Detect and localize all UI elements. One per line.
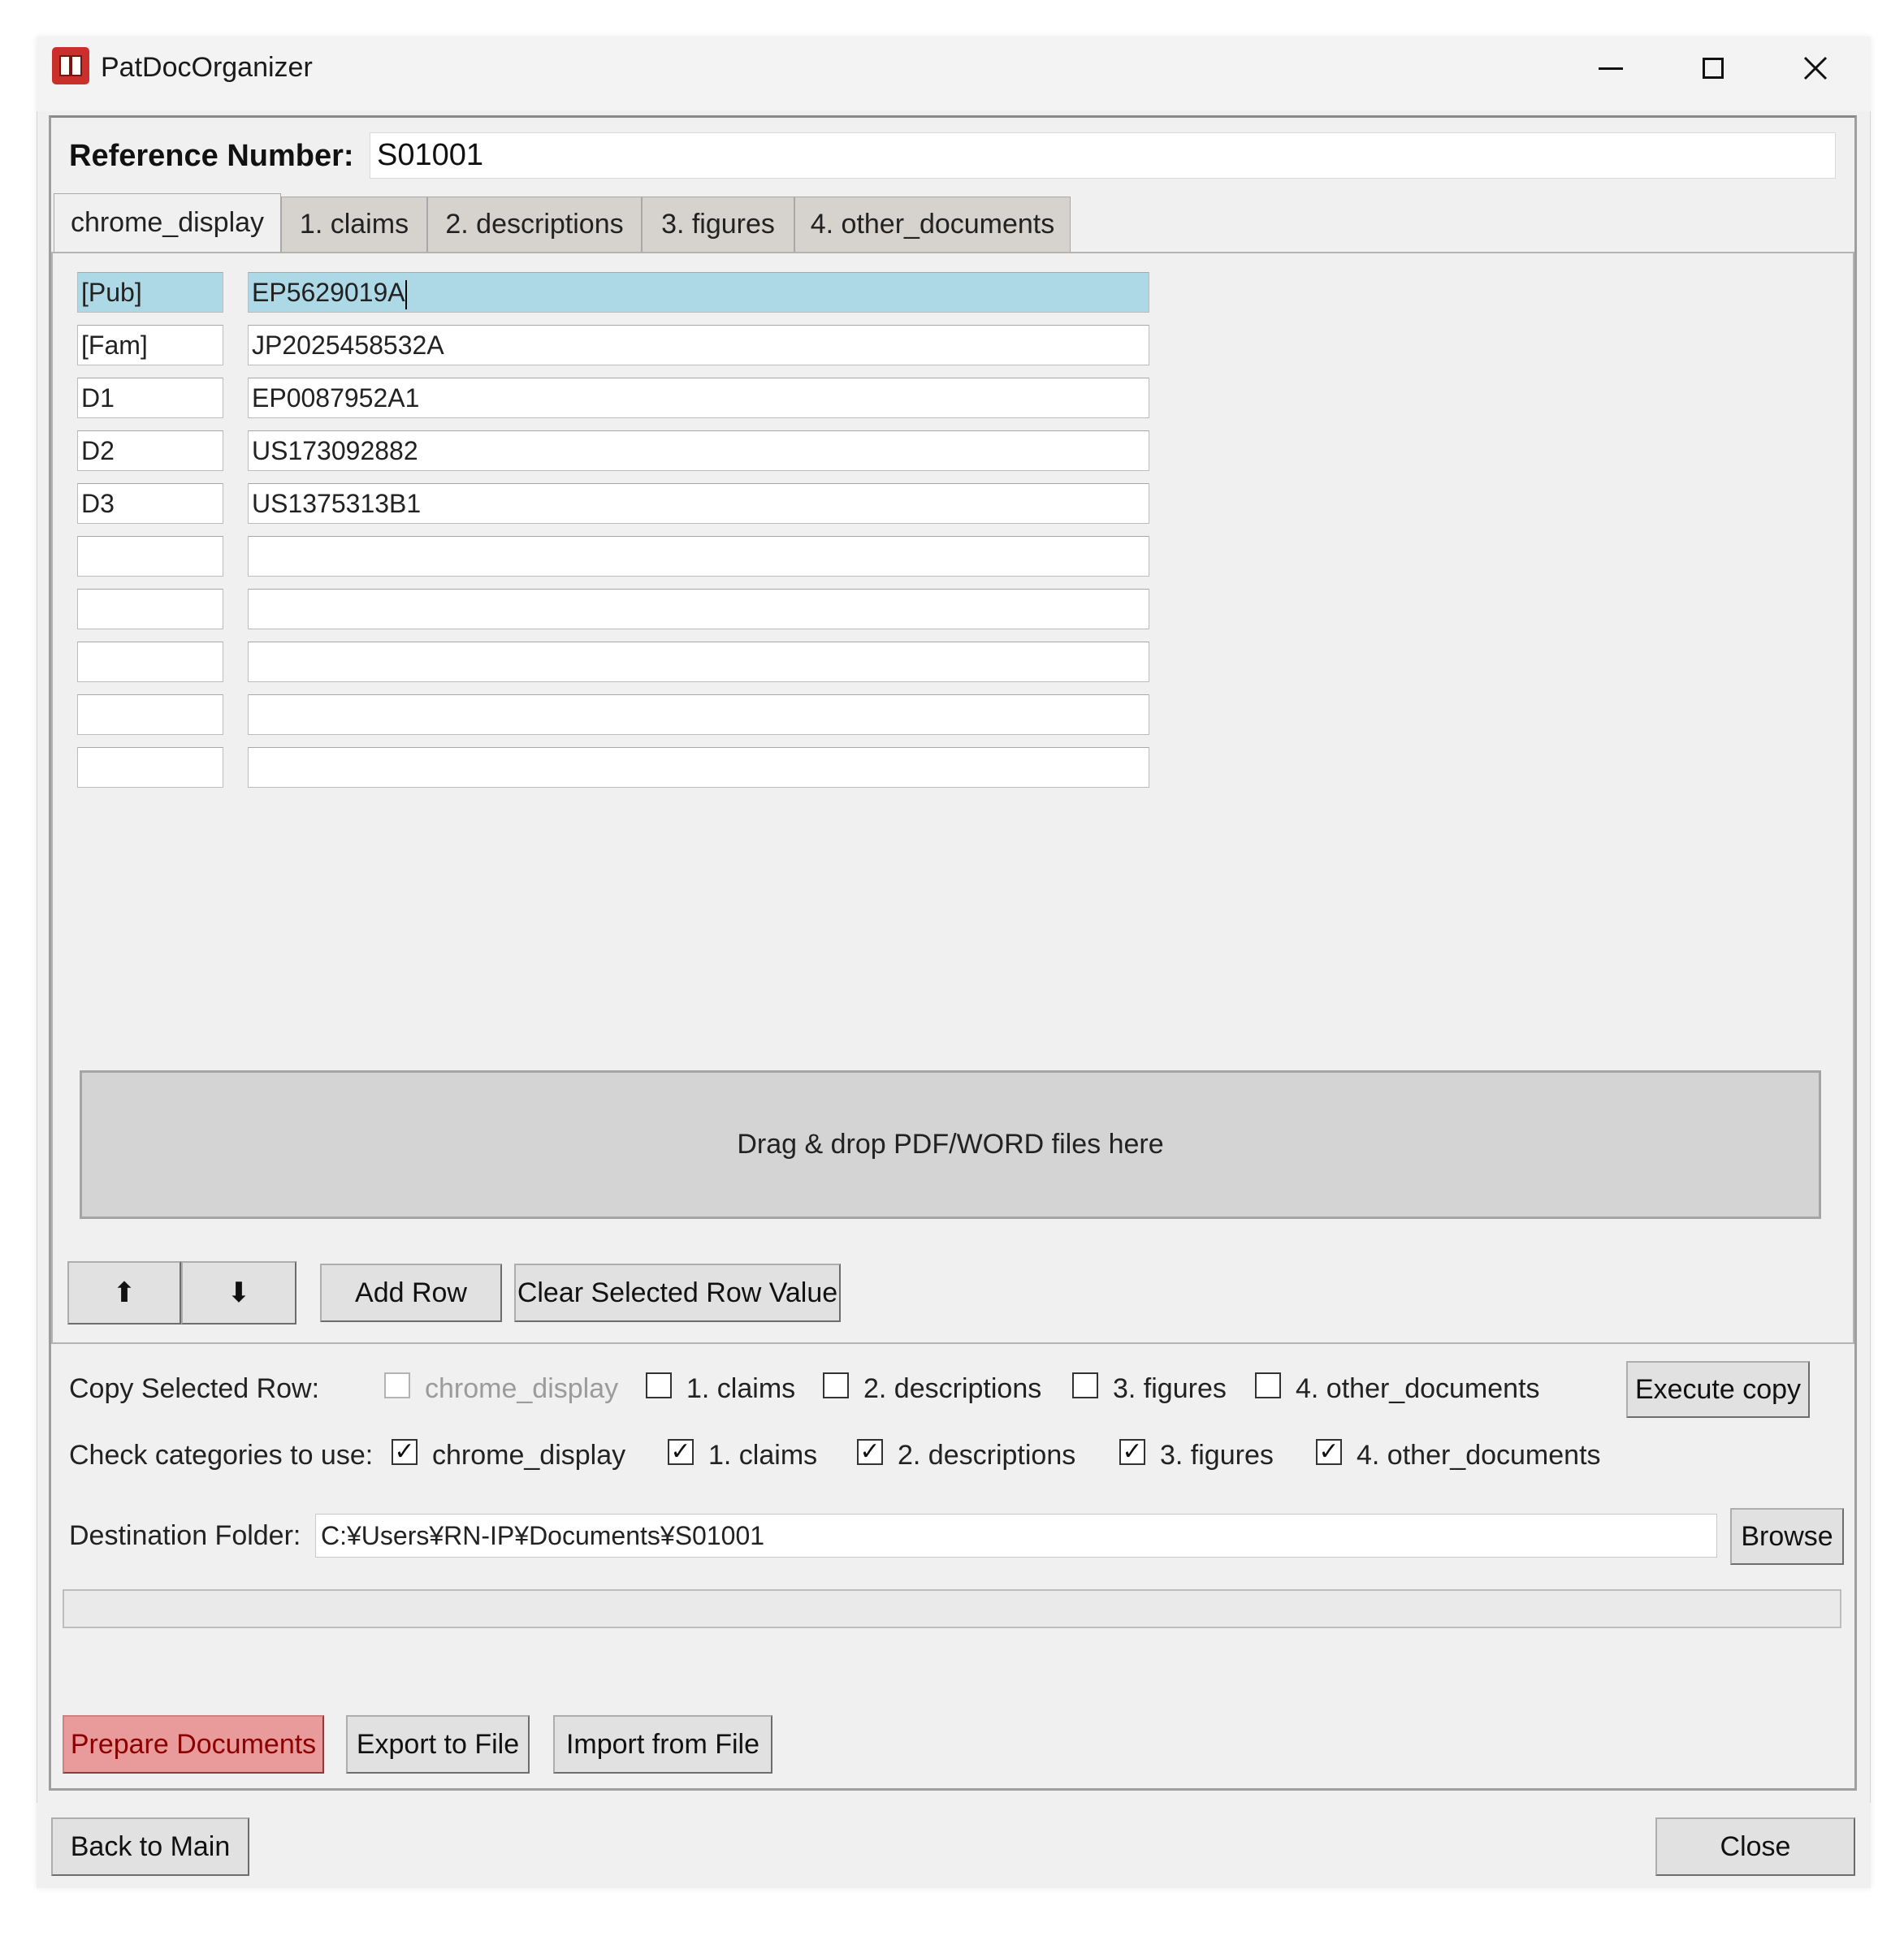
- row-key-cell[interactable]: D3: [77, 483, 223, 524]
- row-key-cell[interactable]: [77, 747, 223, 788]
- copy-chrome-display-checkbox: [384, 1372, 410, 1398]
- copy-chrome-display-label: chrome_display: [425, 1373, 619, 1404]
- prepare-documents-button[interactable]: Prepare Documents: [63, 1715, 324, 1774]
- copy-figures-checkbox[interactable]: [1072, 1372, 1098, 1398]
- arrow-up-icon: ⬆: [112, 1277, 136, 1308]
- copy-descriptions-label: 2. descriptions: [863, 1373, 1042, 1404]
- use-chrome-display-checkbox[interactable]: ✓: [392, 1439, 418, 1465]
- drop-zone-text: Drag & drop PDF/WORD files here: [737, 1129, 1164, 1160]
- app-icon: [52, 47, 89, 84]
- row-key-cell[interactable]: [77, 536, 223, 577]
- row-value-cell[interactable]: [248, 642, 1149, 682]
- add-row-button[interactable]: Add Row: [320, 1264, 502, 1322]
- use-descriptions-label: 2. descriptions: [898, 1440, 1076, 1471]
- row-value-cell[interactable]: [248, 694, 1149, 735]
- copy-other-documents-checkbox[interactable]: [1255, 1372, 1281, 1398]
- copy-other-documents-label: 4. other_documents: [1296, 1373, 1540, 1404]
- use-descriptions-checkbox[interactable]: ✓: [857, 1439, 883, 1465]
- copy-selected-row-label: Copy Selected Row:: [69, 1373, 320, 1404]
- clear-selected-row-button[interactable]: Clear Selected Row Value: [514, 1264, 841, 1322]
- row-value-cell[interactable]: US173092882: [248, 430, 1149, 471]
- row-value-cell[interactable]: EP5629019A: [248, 272, 1149, 313]
- row-value-cell[interactable]: [248, 747, 1149, 788]
- row-value-cell[interactable]: JP2025458532A: [248, 325, 1149, 365]
- row-key-cell[interactable]: D2: [77, 430, 223, 471]
- row-value-cell[interactable]: EP0087952A1: [248, 378, 1149, 418]
- checkmark-icon: ✓: [394, 1438, 415, 1465]
- use-claims-label: 1. claims: [708, 1440, 818, 1471]
- minimize-button[interactable]: [1560, 37, 1662, 100]
- use-claims-checkbox[interactable]: ✓: [668, 1439, 694, 1465]
- move-down-button[interactable]: ⬇: [181, 1261, 296, 1325]
- tab-claims[interactable]: 1. claims: [281, 197, 427, 252]
- window-title: PatDocOrganizer: [101, 52, 313, 83]
- tab-chrome-display[interactable]: chrome_display: [54, 193, 281, 253]
- book-page-icon: [71, 55, 82, 76]
- use-other-documents-label: 4. other_documents: [1357, 1440, 1601, 1471]
- destination-folder-label: Destination Folder:: [69, 1520, 301, 1551]
- text-cursor: [405, 279, 407, 309]
- row-value-cell[interactable]: [248, 536, 1149, 577]
- row-key-cell[interactable]: [Fam]: [77, 325, 223, 365]
- close-icon: [1803, 56, 1828, 80]
- row-value-cell[interactable]: [248, 589, 1149, 629]
- checkmark-icon: ✓: [1122, 1438, 1143, 1465]
- copy-descriptions-checkbox[interactable]: [823, 1372, 849, 1398]
- export-to-file-button[interactable]: Export to File: [346, 1715, 530, 1774]
- execute-copy-button[interactable]: Execute copy: [1626, 1361, 1810, 1418]
- checkmark-icon: ✓: [670, 1438, 691, 1465]
- arrow-down-icon: ⬇: [227, 1277, 251, 1308]
- row-value-cell[interactable]: US1375313B1: [248, 483, 1149, 524]
- use-other-documents-checkbox[interactable]: ✓: [1316, 1439, 1342, 1465]
- book-page-icon: [59, 55, 71, 76]
- destination-folder-input[interactable]: C:¥Users¥RN-IP¥Documents¥S01001: [315, 1514, 1717, 1558]
- checkmark-icon: ✓: [1318, 1438, 1339, 1465]
- browse-button[interactable]: Browse: [1730, 1508, 1844, 1565]
- row-key-cell[interactable]: [77, 642, 223, 682]
- minimize-icon: [1599, 67, 1623, 70]
- checkmark-icon: ✓: [859, 1438, 881, 1465]
- import-from-file-button[interactable]: Import from File: [553, 1715, 772, 1774]
- use-figures-checkbox[interactable]: ✓: [1119, 1439, 1145, 1465]
- move-up-button[interactable]: ⬆: [67, 1261, 181, 1325]
- copy-figures-label: 3. figures: [1113, 1373, 1227, 1404]
- tab-figures[interactable]: 3. figures: [642, 197, 794, 252]
- reference-number-label: Reference Number:: [69, 139, 354, 173]
- row-key-cell[interactable]: D1: [77, 378, 223, 418]
- progress-bar: [63, 1589, 1841, 1628]
- use-figures-label: 3. figures: [1160, 1440, 1274, 1471]
- footer-bar: [37, 1803, 1871, 1888]
- tab-other-documents[interactable]: 4. other_documents: [794, 197, 1071, 252]
- close-button[interactable]: Close: [1655, 1817, 1855, 1876]
- back-to-main-button[interactable]: Back to Main: [51, 1817, 249, 1876]
- copy-claims-checkbox[interactable]: [646, 1372, 672, 1398]
- reference-number-input[interactable]: S01001: [370, 132, 1836, 179]
- maximize-icon: [1703, 58, 1724, 79]
- row-key-cell[interactable]: [Pub]: [77, 272, 223, 313]
- copy-claims-label: 1. claims: [686, 1373, 796, 1404]
- row-key-cell[interactable]: [77, 694, 223, 735]
- maximize-button[interactable]: [1662, 37, 1764, 100]
- tab-descriptions[interactable]: 2. descriptions: [427, 197, 642, 252]
- close-window-button[interactable]: [1764, 37, 1867, 100]
- file-drop-zone[interactable]: Drag & drop PDF/WORD files here: [80, 1070, 1821, 1219]
- check-categories-label: Check categories to use:: [69, 1440, 374, 1471]
- row-key-cell[interactable]: [77, 589, 223, 629]
- row-value-text: EP5629019A: [252, 278, 405, 307]
- use-chrome-display-label: chrome_display: [432, 1440, 626, 1471]
